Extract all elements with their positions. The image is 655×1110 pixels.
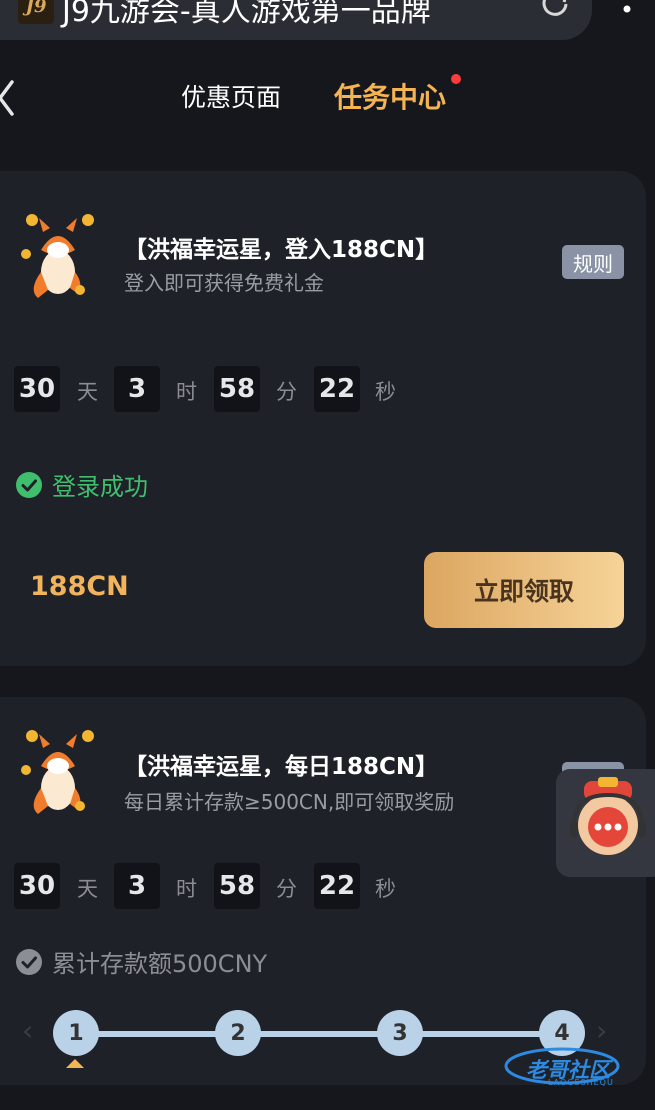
countdown-hours: 3 <box>114 863 160 909</box>
countdown-seconds-unit: 秒 <box>375 877 396 901</box>
browser-page-title: J9九游会-真人游戏第一品牌 <box>62 0 431 29</box>
countdown-seconds-unit: 秒 <box>375 380 396 404</box>
task-status-text: 登录成功 <box>52 473 148 501</box>
task-subtitle: 登入即可获得免费礼金 <box>124 271 324 295</box>
countdown-minutes-unit: 分 <box>276 380 297 404</box>
site-logo: J9 <box>18 0 54 24</box>
countdown-days: 30 <box>14 863 60 909</box>
countdown-days-unit: 天 <box>77 877 98 901</box>
countdown-seconds: 22 <box>314 863 360 909</box>
countdown-days-unit: 天 <box>77 380 98 404</box>
countdown-hours-unit: 时 <box>176 877 197 901</box>
countdown-days: 30 <box>14 366 60 412</box>
task-status: 登录成功 <box>16 467 148 502</box>
task-status: 累计存款额500CNY <box>16 944 267 979</box>
back-arrow-icon[interactable] <box>0 78 18 118</box>
fox-mascot-icon <box>21 730 94 814</box>
reload-icon[interactable] <box>540 0 570 18</box>
step-1[interactable]: 1 <box>53 1010 99 1056</box>
check-circle-icon <box>16 948 42 975</box>
customer-service-icon <box>570 777 646 855</box>
countdown-hours: 3 <box>114 366 160 412</box>
rules-button[interactable]: 规则 <box>562 245 624 279</box>
claim-button[interactable]: 立即领取 <box>424 552 624 628</box>
countdown-minutes: 58 <box>214 863 260 909</box>
task-title: 【洪福幸运星，每日188CN】 <box>124 754 439 780</box>
tab-offers[interactable]: 优惠页面 <box>181 78 281 114</box>
task-subtitle: 每日累计存款≥500CN,即可领取奖励 <box>124 790 455 814</box>
countdown-seconds: 22 <box>314 366 360 412</box>
step-3[interactable]: 3 <box>377 1010 423 1056</box>
fox-mascot-icon <box>21 214 94 298</box>
countdown-minutes-unit: 分 <box>276 877 297 901</box>
progress-track <box>76 1031 560 1037</box>
current-step-marker <box>66 1059 84 1068</box>
step-2[interactable]: 2 <box>215 1010 261 1056</box>
more-menu-icon[interactable] <box>620 0 634 26</box>
countdown-hours-unit: 时 <box>176 380 197 404</box>
check-circle-icon <box>16 471 42 498</box>
reward-amount: 188CN <box>30 571 129 602</box>
countdown-minutes: 58 <box>214 366 260 412</box>
task-title: 【洪福幸运星，登入188CN】 <box>124 237 439 263</box>
customer-service-button[interactable] <box>556 769 655 877</box>
tab-task-center[interactable]: 任务中心 <box>334 76 446 116</box>
notification-dot <box>451 74 461 84</box>
watermark-subtext: LAOGESHEQU <box>548 1078 614 1087</box>
task-status-text: 累计存款额500CNY <box>52 950 268 978</box>
chevron-left-icon[interactable]: ‹ <box>22 1014 33 1047</box>
